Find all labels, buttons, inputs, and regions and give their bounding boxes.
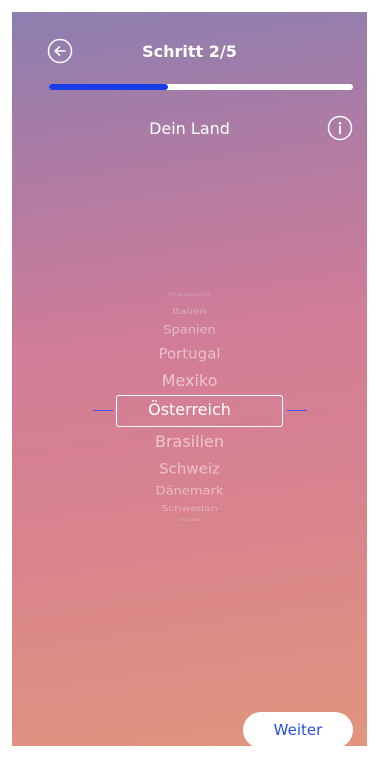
picker-item[interactable]: Israel (12, 518, 367, 522)
step-indicator: Schritt 2/5 (142, 42, 237, 61)
app-screen: Schritt 2/5 Dein Land Frankreich Italien… (12, 12, 367, 746)
info-circle-icon (327, 115, 353, 141)
picker-item[interactable]: Italien (12, 308, 367, 316)
picker-item[interactable]: Portugal (12, 347, 367, 362)
picker-item[interactable]: Mexiko (12, 373, 367, 389)
picker-item[interactable]: Schweden (12, 505, 367, 513)
progress-bar (49, 84, 353, 90)
info-button[interactable] (327, 115, 353, 141)
next-button[interactable]: Weiter (243, 712, 353, 746)
picker-item[interactable]: Brasilien (12, 434, 367, 450)
section-title: Dein Land (149, 119, 230, 138)
selection-line-right (287, 410, 307, 411)
picker-item[interactable]: Schweiz (12, 462, 367, 477)
country-picker[interactable]: Frankreich Italien Spanien Portugal Mexi… (12, 282, 367, 532)
picker-item[interactable]: Frankreich (12, 293, 367, 297)
picker-item[interactable]: Dänemark (12, 486, 367, 497)
picker-selected-item[interactable]: Österreich (12, 402, 367, 418)
progress-bar-fill (49, 84, 168, 90)
picker-item[interactable]: Spanien (12, 325, 367, 336)
